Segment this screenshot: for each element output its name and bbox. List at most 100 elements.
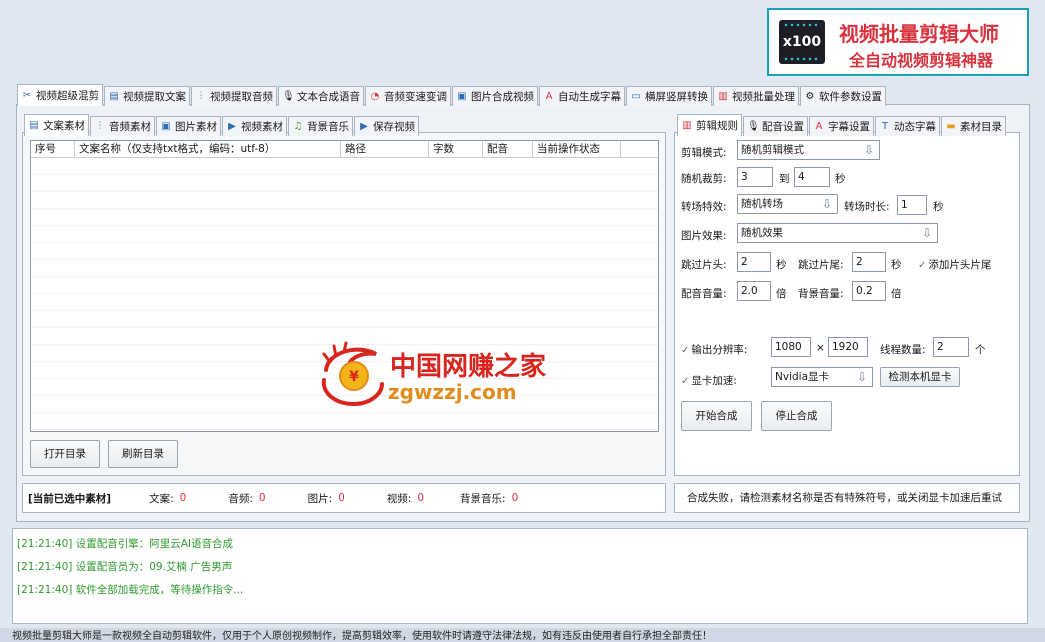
- dragon-logo-icon: ¥: [321, 341, 384, 407]
- add-head-tail-checkbox[interactable]: ✓ 添加片头片尾: [918, 257, 991, 272]
- svg-text:¥: ¥: [349, 369, 359, 385]
- gpu-select[interactable]: Nvidia显卡 ⇩: [771, 367, 873, 387]
- col-name[interactable]: 文案名称（仅支持txt格式，编码：utf-8）: [75, 141, 341, 157]
- checkmark-icon: ✓: [681, 376, 690, 387]
- col-words[interactable]: 字数: [429, 141, 483, 157]
- audio-count: 0: [258, 492, 266, 504]
- bgm-volume-input[interactable]: 0.2: [852, 281, 886, 301]
- log-line: [21:21:40] 设置配音员为：09.艾楠 广告男声: [17, 561, 233, 573]
- transition-duration-input[interactable]: 1: [897, 195, 927, 215]
- gpu-acceleration-checkbox[interactable]: ✓ 显卡加速:: [681, 373, 737, 388]
- log-line: [21:21:40] 软件全部加载完成，等待操作指令...: [17, 584, 244, 596]
- thread-count-input[interactable]: 2: [933, 337, 969, 357]
- video-count: 0: [417, 492, 425, 504]
- dropdown-arrow-icon: ⇩: [856, 370, 868, 384]
- table-row: [31, 413, 658, 430]
- log-panel[interactable]: [21:21:40] 设置配音引擎：阿里云AI语音合成 [21:21:40] 设…: [12, 528, 1028, 624]
- transition-select[interactable]: 随机转场 ⇩: [737, 194, 838, 214]
- film-icon: ▥: [718, 90, 728, 102]
- stop-compose-button[interactable]: 停止合成: [761, 401, 832, 431]
- selected-title: [当前已选中素材]: [28, 492, 112, 505]
- col-status[interactable]: 当前操作状态: [533, 141, 621, 157]
- font-icon: A: [815, 120, 823, 132]
- tab-subtitle-settings[interactable]: A 字幕设置: [809, 116, 874, 136]
- resolution-height-input[interactable]: 1920: [828, 337, 868, 357]
- col-voice[interactable]: 配音: [483, 141, 533, 157]
- table-row: [31, 226, 658, 243]
- tab-save-video[interactable]: ▶ 保存视频: [354, 116, 419, 136]
- gear-icon: ⚙: [805, 90, 815, 102]
- tab-settings[interactable]: ⚙ 软件参数设置: [800, 86, 886, 106]
- tab-extract-audio[interactable]: ⫶ 视频提取音频: [191, 86, 277, 106]
- tab-text-material[interactable]: ▤ 文案素材: [24, 114, 89, 136]
- tab-dynamic-subtitle[interactable]: T 动态字幕: [875, 116, 940, 136]
- music-note-icon: ♫: [293, 120, 303, 132]
- checkmark-icon: ✓: [681, 345, 690, 356]
- dropdown-arrow-icon: ⇩: [821, 197, 833, 211]
- tab-orientation[interactable]: ▭ 横屏竖屏转换: [626, 86, 712, 106]
- image-count: 0: [338, 492, 345, 504]
- tab-batch-process[interactable]: ▥ 视频批量处理: [713, 86, 799, 106]
- image-effect-label: 图片效果:: [681, 230, 727, 242]
- tab-video-material[interactable]: ▶ 视频素材: [222, 116, 287, 136]
- watermark-url: zgwzzj.com: [388, 380, 517, 404]
- tab-audio-material[interactable]: ⫶ 音频素材: [90, 116, 155, 136]
- document-icon: ▤: [29, 119, 39, 131]
- log-line: [21:21:40] 设置配音引擎：阿里云AI语音合成: [17, 538, 233, 550]
- random-cut-max-input[interactable]: 4: [794, 167, 830, 187]
- checkmark-icon: ✓: [918, 260, 927, 271]
- microphone-icon: 🎙: [747, 120, 760, 132]
- table-row: [31, 192, 658, 209]
- font-icon: A: [545, 90, 553, 102]
- watermark: ¥ 中国网赚之家 zgwzzj.com: [318, 340, 558, 410]
- random-cut-min-input[interactable]: 3: [737, 167, 773, 187]
- compose-error-message: 合成失败，请检测素材名称是否有特殊符号，或关闭显卡加速后重试: [674, 483, 1020, 513]
- table-row: [31, 243, 658, 260]
- app-logo: x100 视频批量剪辑大师 全自动视频剪辑神器: [767, 8, 1029, 76]
- skip-tail-input[interactable]: 2: [852, 252, 886, 272]
- table-row: [31, 209, 658, 226]
- tab-material-dir[interactable]: ▬ 素材目录: [941, 116, 1006, 136]
- open-directory-button[interactable]: 打开目录: [30, 440, 100, 468]
- disclaimer-footer: 视频批量剪辑大师是一款视频全自动剪辑软件，仅用于个人原创视频制作，提高剪辑效率，…: [0, 628, 1045, 642]
- tab-text-to-speech[interactable]: 🎙 文本合成语音: [278, 86, 364, 106]
- text-box-icon: T: [881, 120, 889, 132]
- audio-wave-icon: ⫶: [98, 120, 102, 132]
- edit-mode-label: 剪辑模式:: [681, 147, 727, 159]
- col-path[interactable]: 路径: [341, 141, 429, 157]
- tab-extract-text[interactable]: ▤ 视频提取文案: [104, 86, 190, 106]
- tab-image-to-video[interactable]: ▣ 图片合成视频: [452, 86, 538, 106]
- resolution-width-input[interactable]: 1080: [771, 337, 811, 357]
- table-row: [31, 294, 658, 311]
- table-row: [31, 277, 658, 294]
- table-row: [31, 158, 658, 175]
- document-icon: ▤: [109, 90, 119, 102]
- voice-volume-input[interactable]: 2.0: [737, 281, 771, 301]
- main-tab-bar: ✂ 视频超级混剪 ▤ 视频提取文案 ⫶ 视频提取音频 🎙 文本合成语音 ◔ 音频变速变调 …: [17, 84, 887, 106]
- col-index[interactable]: 序号: [31, 141, 75, 157]
- settings-tab-bar: ▥ 剪辑规则 🎙 配音设置 A 字幕设置 T 动态字幕 ▬ 素材目录: [677, 114, 1007, 136]
- detect-gpu-button[interactable]: 检测本机显卡: [880, 367, 960, 387]
- tab-video-mix[interactable]: ✂ 视频超级混剪: [17, 84, 103, 106]
- audio-wave-icon: ⫶: [199, 90, 203, 102]
- start-compose-button[interactable]: 开始合成: [681, 401, 752, 431]
- logo-icon: x100: [779, 20, 825, 64]
- refresh-directory-button[interactable]: 刷新目录: [108, 440, 178, 468]
- output-resolution-checkbox[interactable]: ✓ 输出分辨率:: [681, 342, 747, 357]
- image-icon: ▣: [457, 90, 467, 102]
- tab-image-material[interactable]: ▣ 图片素材: [156, 116, 221, 136]
- tab-edit-rules[interactable]: ▥ 剪辑规则: [677, 114, 742, 136]
- selected-material-bar: [当前已选中素材] 文案: 0 音频: 0 图片: 0 视频: 0 背景音乐: 0: [22, 483, 666, 513]
- edit-mode-select[interactable]: 随机剪辑模式 ⇩: [737, 140, 880, 160]
- tab-voice-settings[interactable]: 🎙 配音设置: [743, 116, 808, 136]
- table-header: 序号 文案名称（仅支持txt格式，编码：utf-8） 路径 字数 配音 当前操作…: [31, 141, 658, 158]
- skip-head-input[interactable]: 2: [737, 252, 771, 272]
- tab-auto-subtitle[interactable]: A 自动生成字幕: [539, 86, 625, 106]
- table-row: [31, 175, 658, 192]
- tab-audio-speed[interactable]: ◔ 音频变速变调: [365, 86, 451, 106]
- tab-bgm[interactable]: ♫ 背景音乐: [288, 116, 353, 136]
- play-icon: ▶: [228, 120, 236, 132]
- text-count: 0: [179, 492, 187, 504]
- image-effect-select[interactable]: 随机效果 ⇩: [737, 223, 938, 243]
- folder-icon: ▬: [946, 120, 956, 132]
